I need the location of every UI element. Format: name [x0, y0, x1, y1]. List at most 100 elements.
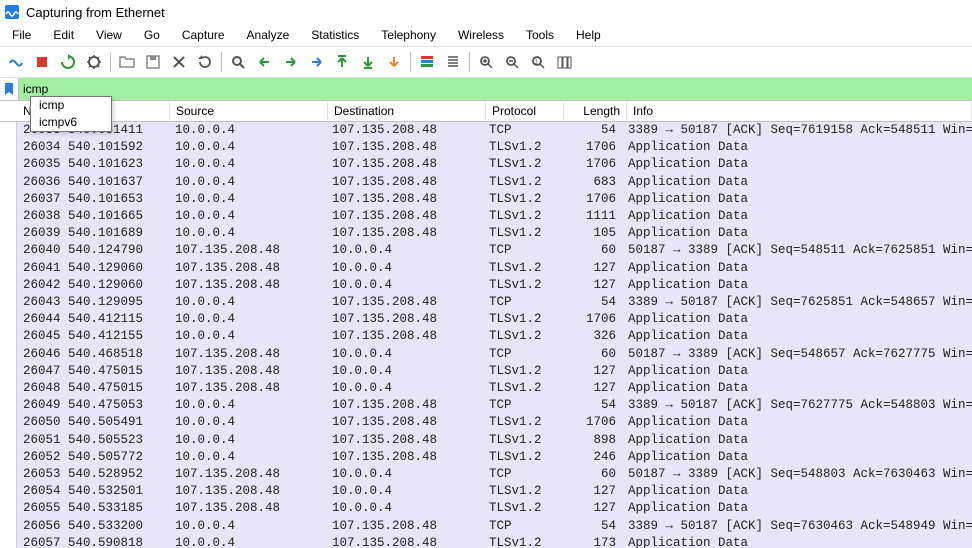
cell-source: 10.0.0.4: [169, 397, 326, 414]
menu-help[interactable]: Help: [566, 26, 611, 44]
table-row[interactable]: 26045 540.41215510.0.0.4107.135.208.48TL…: [0, 328, 972, 345]
cell-proto: TLSv1.2: [483, 432, 560, 449]
table-row[interactable]: 26056 540.53320010.0.0.4107.135.208.48TC…: [0, 518, 972, 535]
cell-proto: TLSv1.2: [483, 208, 560, 225]
restart-capture-button[interactable]: [56, 50, 80, 74]
menu-analyze[interactable]: Analyze: [237, 26, 300, 44]
table-row[interactable]: 26057 540.59081810.0.0.4107.135.208.48TL…: [0, 535, 972, 548]
table-row[interactable]: 26039 540.10168910.0.0.4107.135.208.48TL…: [0, 225, 972, 242]
find-packet-button[interactable]: [226, 50, 250, 74]
reload-button[interactable]: [193, 50, 217, 74]
open-file-button[interactable]: [115, 50, 139, 74]
zoom-reset-button[interactable]: 1: [526, 50, 550, 74]
cell-info: Application Data: [622, 483, 972, 500]
filter-bookmark-icon[interactable]: [0, 78, 19, 100]
menu-capture[interactable]: Capture: [172, 26, 235, 44]
menu-edit[interactable]: Edit: [43, 26, 84, 44]
menu-go[interactable]: Go: [134, 26, 170, 44]
cell-length: 1706: [560, 311, 622, 328]
auto-scroll-button[interactable]: [382, 50, 406, 74]
go-forward-button[interactable]: [278, 50, 302, 74]
resize-all-columns-button[interactable]: [552, 50, 576, 74]
cell-no: 26055 540.533185: [17, 500, 169, 517]
cell-source: 10.0.0.4: [169, 432, 326, 449]
table-row[interactable]: 26034 540.10159210.0.0.4107.135.208.48TL…: [0, 139, 972, 156]
cell-source: 107.135.208.48: [169, 500, 326, 517]
cell-dest: 107.135.208.48: [326, 518, 483, 535]
cell-source: 10.0.0.4: [169, 518, 326, 535]
go-first-button[interactable]: [330, 50, 354, 74]
go-to-packet-button[interactable]: [304, 50, 328, 74]
filter-autocomplete: icmp icmpv6: [30, 96, 112, 132]
table-row[interactable]: 26042 540.129060107.135.208.4810.0.0.4TL…: [0, 277, 972, 294]
table-row[interactable]: 26051 540.50552310.0.0.4107.135.208.48TL…: [0, 432, 972, 449]
col-header-info[interactable]: Info: [627, 102, 972, 120]
cell-source: 107.135.208.48: [169, 466, 326, 483]
cell-no: 26051 540.505523: [17, 432, 169, 449]
cell-info: 3389 → 50187 [ACK] Seq=7630463 Ack=54894…: [622, 518, 972, 535]
col-header-length[interactable]: Length: [564, 102, 627, 120]
table-row[interactable]: 26038 540.10166510.0.0.4107.135.208.48TL…: [0, 208, 972, 225]
cell-no: 26036 540.101637: [17, 174, 169, 191]
close-file-button[interactable]: [167, 50, 191, 74]
cell-no: 26041 540.129060: [17, 260, 169, 277]
autocomplete-item[interactable]: icmpv6: [31, 114, 111, 131]
cell-info: Application Data: [622, 174, 972, 191]
resize-columns-button[interactable]: [441, 50, 465, 74]
autocomplete-item[interactable]: icmp: [31, 97, 111, 114]
table-row[interactable]: 26053 540.528952107.135.208.4810.0.0.4TC…: [0, 466, 972, 483]
row-gutter: [0, 518, 17, 535]
table-row[interactable]: 26041 540.129060107.135.208.4810.0.0.4TL…: [0, 260, 972, 277]
start-capture-button[interactable]: [4, 50, 28, 74]
menu-view[interactable]: View: [86, 26, 132, 44]
go-last-button[interactable]: [356, 50, 380, 74]
colorize-button[interactable]: [415, 50, 439, 74]
table-row[interactable]: 26047 540.475015107.135.208.4810.0.0.4TL…: [0, 363, 972, 380]
table-row[interactable]: 26036 540.10163710.0.0.4107.135.208.48TL…: [0, 174, 972, 191]
menu-tools[interactable]: Tools: [516, 26, 564, 44]
menu-statistics[interactable]: Statistics: [301, 26, 369, 44]
table-row[interactable]: 26055 540.533185107.135.208.4810.0.0.4TL…: [0, 500, 972, 517]
col-header-dest[interactable]: Destination: [328, 102, 486, 120]
table-row[interactable]: 26046 540.468518107.135.208.4810.0.0.4TC…: [0, 346, 972, 363]
cell-length: 1111: [560, 208, 622, 225]
cell-info: Application Data: [622, 328, 972, 345]
table-row[interactable]: 26048 540.475015107.135.208.4810.0.0.4TL…: [0, 380, 972, 397]
cell-info: 3389 → 50187 [ACK] Seq=7625851 Ack=54865…: [622, 294, 972, 311]
zoom-out-button[interactable]: [500, 50, 524, 74]
col-header-source[interactable]: Source: [170, 102, 328, 120]
table-row[interactable]: 26054 540.532501107.135.208.4810.0.0.4TL…: [0, 483, 972, 500]
stop-capture-button[interactable]: [30, 50, 54, 74]
row-gutter: [0, 380, 17, 397]
cell-dest: 107.135.208.48: [326, 225, 483, 242]
table-row[interactable]: 26043 540.12909510.0.0.4107.135.208.48TC…: [0, 294, 972, 311]
cell-info: 3389 → 50187 [ACK] Seq=7627775 Ack=54880…: [622, 397, 972, 414]
col-header-protocol[interactable]: Protocol: [486, 102, 564, 120]
menu-wireless[interactable]: Wireless: [448, 26, 514, 44]
cell-no: 26037 540.101653: [17, 191, 169, 208]
table-row[interactable]: 26033 540.08141110.0.0.4107.135.208.48TC…: [0, 122, 972, 139]
table-row[interactable]: 26052 540.50577210.0.0.4107.135.208.48TL…: [0, 449, 972, 466]
cell-length: 127: [560, 277, 622, 294]
table-row[interactable]: 26035 540.10162310.0.0.4107.135.208.48TL…: [0, 156, 972, 173]
cell-length: 60: [560, 346, 622, 363]
toolbar-sep: [469, 52, 470, 72]
cell-no: 26043 540.129095: [17, 294, 169, 311]
capture-options-button[interactable]: [82, 50, 106, 74]
zoom-in-button[interactable]: [474, 50, 498, 74]
menu-telephony[interactable]: Telephony: [371, 26, 446, 44]
table-row[interactable]: 26040 540.124790107.135.208.4810.0.0.4TC…: [0, 242, 972, 259]
row-gutter: [0, 328, 17, 345]
table-row[interactable]: 26050 540.50549110.0.0.4107.135.208.48TL…: [0, 414, 972, 431]
menu-file[interactable]: File: [2, 26, 41, 44]
table-row[interactable]: 26037 540.10165310.0.0.4107.135.208.48TL…: [0, 191, 972, 208]
cell-source: 107.135.208.48: [169, 242, 326, 259]
row-gutter: [0, 535, 17, 548]
table-row[interactable]: 26049 540.47505310.0.0.4107.135.208.48TC…: [0, 397, 972, 414]
cell-length: 1706: [560, 139, 622, 156]
display-filter-input[interactable]: [19, 78, 972, 100]
packet-rows[interactable]: 26033 540.08141110.0.0.4107.135.208.48TC…: [0, 122, 972, 548]
go-back-button[interactable]: [252, 50, 276, 74]
save-file-button[interactable]: [141, 50, 165, 74]
table-row[interactable]: 26044 540.41211510.0.0.4107.135.208.48TL…: [0, 311, 972, 328]
